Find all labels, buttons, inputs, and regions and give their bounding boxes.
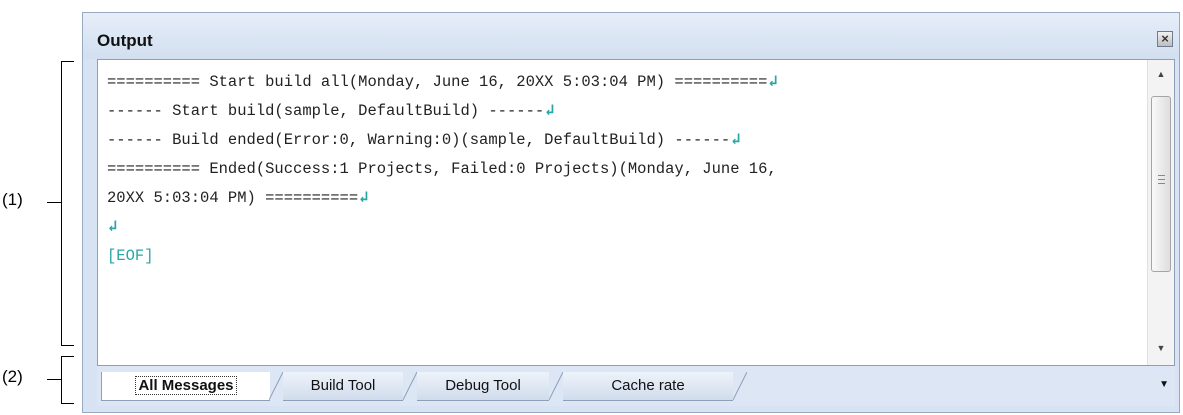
scroll-thumb[interactable] (1151, 96, 1171, 272)
callout-bracket-2 (61, 356, 62, 403)
output-panel: Output × ========== Start build all(Mond… (82, 12, 1180, 413)
scroll-grip-icon (1158, 175, 1165, 184)
scroll-down-arrow-icon[interactable]: ▼ (1155, 342, 1167, 354)
callout-label-2: (2) (2, 367, 23, 386)
callout-bracket-2-top (61, 356, 74, 357)
callout-label-1: (1) (2, 190, 23, 209)
callout-bracket-1-bottom (61, 345, 74, 346)
output-lines: ========== Start build all(Monday, June … (107, 68, 1140, 271)
tab-separator (733, 372, 747, 401)
vertical-scrollbar[interactable]: ▲ ▼ (1147, 60, 1174, 365)
output-line: ------ Start build(sample, DefaultBuild)… (107, 97, 1140, 126)
return-mark-icon: ↲ (108, 218, 118, 236)
callout-bracket-2-bottom (61, 403, 74, 404)
output-line: 20XX 5:03:04 PM) ==========↲ (107, 184, 1140, 213)
return-mark-icon: ↲ (731, 131, 741, 149)
tab-debug-tool[interactable]: Debug Tool (417, 372, 549, 401)
output-line: ========== Start build all(Monday, June … (107, 68, 1140, 97)
output-line: ========== Ended(Success:1 Projects, Fai… (107, 160, 777, 178)
tab-cache-rate[interactable]: Cache rate (563, 372, 733, 401)
panel-title: Output (97, 31, 153, 50)
tab-build-tool[interactable]: Build Tool (283, 372, 403, 401)
tab-menu-dropdown-icon[interactable]: ▼ (1159, 379, 1169, 390)
return-mark-icon: ↲ (768, 73, 778, 91)
output-text-area[interactable]: ========== Start build all(Monday, June … (97, 59, 1175, 366)
callout-bracket-1-top (61, 61, 74, 62)
panel-titlebar: Output × (83, 13, 1179, 59)
callout-bracket-1 (61, 61, 62, 345)
scroll-up-arrow-icon[interactable]: ▲ (1155, 68, 1167, 80)
output-line: ↲ (107, 213, 1140, 242)
close-icon[interactable]: × (1157, 31, 1173, 47)
return-mark-icon: ↲ (359, 189, 369, 207)
tab-strip: All Messages Build Tool Debug Tool Cache… (97, 366, 1175, 406)
tab-separator (403, 372, 417, 401)
callout-leader-2 (47, 379, 61, 380)
callout-leader-1 (47, 202, 61, 203)
screenshot-stage: (1) (2) Output × ========== Start build … (0, 0, 1183, 415)
output-line: ------ Build ended(Error:0, Warning:0)(s… (107, 126, 1140, 155)
return-mark-icon: ↲ (545, 102, 555, 120)
eof-marker: [EOF] (107, 247, 154, 265)
tab-all-messages[interactable]: All Messages (101, 372, 270, 401)
tab-separator (269, 372, 283, 401)
tab-separator (549, 372, 563, 401)
